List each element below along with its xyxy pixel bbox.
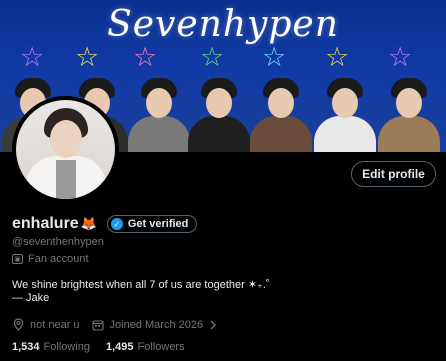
name-row: enhalure 🦊 ✓ Get verified bbox=[12, 214, 198, 234]
verified-badge-icon: ✓ bbox=[110, 218, 123, 230]
fan-account-icon: ▣ bbox=[12, 254, 23, 264]
member-photo bbox=[128, 72, 190, 152]
member-photo bbox=[378, 72, 440, 152]
profile-avatar[interactable] bbox=[12, 96, 119, 203]
calendar-icon bbox=[92, 318, 105, 331]
star-icon: ☆ bbox=[262, 42, 287, 73]
followers-label[interactable]: Followers bbox=[138, 341, 185, 353]
member-photo bbox=[314, 72, 376, 152]
fox-face-icon: 🦊 bbox=[80, 216, 97, 231]
get-verified-button[interactable]: ✓ Get verified bbox=[106, 215, 198, 233]
follow-stats: 1,534 Following 1,495 Followers bbox=[12, 341, 185, 353]
category-label: Fan account bbox=[28, 253, 89, 265]
edit-profile-button[interactable]: Edit profile bbox=[351, 161, 436, 187]
location-pin-icon bbox=[12, 318, 25, 331]
account-category: ▣ Fan account bbox=[12, 253, 89, 265]
location-text: not near u bbox=[30, 318, 80, 331]
star-icon: ☆ bbox=[388, 42, 413, 73]
following-label[interactable]: Following bbox=[44, 341, 90, 353]
following-count[interactable]: 1,534 bbox=[12, 341, 40, 353]
joined-date: Joined March 2026 bbox=[109, 318, 204, 331]
star-icon: ☆ bbox=[20, 42, 45, 73]
get-verified-label: Get verified bbox=[127, 218, 189, 230]
bio-line: — Jake bbox=[12, 292, 50, 304]
user-handle: @seventhenhypen bbox=[12, 236, 104, 248]
banner-title: Sevenhypen bbox=[107, 4, 339, 45]
star-icon: ☆ bbox=[75, 42, 100, 73]
member-photo bbox=[250, 72, 312, 152]
bio-line: We shine brightest when all 7 of us are … bbox=[12, 279, 270, 291]
profile-meta: not near u Joined March 2026 bbox=[12, 318, 219, 331]
chevron-right-icon[interactable] bbox=[206, 318, 219, 331]
star-icon: ☆ bbox=[200, 42, 225, 73]
avatar-image bbox=[16, 100, 115, 199]
followers-count[interactable]: 1,495 bbox=[106, 341, 134, 353]
star-icon: ☆ bbox=[133, 42, 158, 73]
star-icon: ☆ bbox=[325, 42, 350, 73]
display-name: enhalure bbox=[12, 215, 79, 232]
member-photo bbox=[188, 72, 250, 152]
